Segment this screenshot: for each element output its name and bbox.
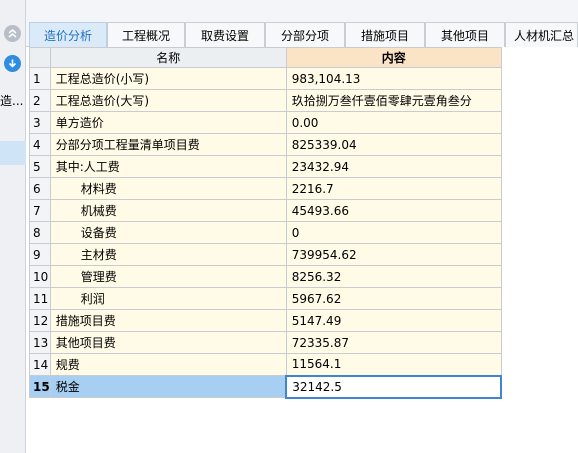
row-content-cell[interactable]: 0.00	[285, 111, 502, 134]
rail-selected-item[interactable]	[0, 141, 26, 165]
row-name-cell[interactable]: 分部分项工程量清单项目费	[49, 133, 287, 156]
row-content-cell[interactable]: 0	[285, 221, 502, 244]
row-name-cell[interactable]: 工程总造价(小写)	[49, 67, 287, 90]
row-content-cell[interactable]: 72335.87	[285, 331, 502, 354]
row-content-cell[interactable]: 45493.66	[285, 199, 502, 222]
table-row[interactable]: 4 分部分项工程量清单项目费 825339.04	[29, 133, 502, 156]
row-number[interactable]: 9	[29, 243, 51, 266]
tab-subdivision-items[interactable]: 分部分项	[265, 22, 345, 47]
table-row[interactable]: 5 其中:人工费 23432.94	[29, 155, 502, 178]
row-content-cell[interactable]: 11564.1	[285, 353, 502, 376]
tab-other-items[interactable]: 其他项目	[425, 22, 505, 47]
row-name-cell[interactable]: 设备费	[49, 221, 287, 244]
table-row[interactable]: 8 设备费 0	[29, 221, 502, 244]
row-number[interactable]: 15	[29, 375, 51, 398]
rail-item-label[interactable]: 造...	[0, 91, 26, 111]
tab-labor-material-summary[interactable]: 人材机汇总	[505, 22, 578, 47]
row-name-cell[interactable]: 利润	[49, 287, 287, 310]
row-content-cell[interactable]: 5967.62	[285, 287, 502, 310]
row-content-cell[interactable]: 2216.7	[285, 177, 502, 200]
row-number[interactable]: 3	[29, 111, 51, 134]
row-content-cell[interactable]: 23432.94	[285, 155, 502, 178]
table-row[interactable]: 6 材料费 2216.7	[29, 177, 502, 200]
row-name-cell[interactable]: 工程总造价(大写)	[49, 89, 287, 112]
table-row[interactable]: 13 其他项目费 72335.87	[29, 331, 502, 354]
row-name-cell[interactable]: 单方造价	[49, 111, 287, 134]
row-number[interactable]: 1	[29, 67, 51, 90]
tab-measure-items[interactable]: 措施项目	[345, 22, 425, 47]
table-row[interactable]: 9 主材费 739954.62	[29, 243, 502, 266]
row-number[interactable]: 7	[29, 199, 51, 222]
table-row[interactable]: 10 管理费 8256.32	[29, 265, 502, 288]
row-name-cell[interactable]: 材料费	[49, 177, 287, 200]
row-name-cell[interactable]: 税金	[49, 375, 287, 398]
tab-fee-settings[interactable]: 取费设置	[185, 22, 265, 47]
table-row[interactable]: 3 单方造价 0.00	[29, 111, 502, 134]
table-row[interactable]: 7 机械费 45493.66	[29, 199, 502, 222]
row-name-cell[interactable]: 机械费	[49, 199, 287, 222]
row-number[interactable]: 13	[29, 331, 51, 354]
row-name-cell[interactable]: 措施项目费	[49, 309, 287, 332]
tab-project-overview[interactable]: 工程概况	[107, 22, 185, 47]
row-content-cell[interactable]: 8256.32	[285, 265, 502, 288]
row-content-cell[interactable]: 玖拾捌万叁仟壹佰零肆元壹角叁分	[285, 89, 502, 112]
row-number[interactable]: 5	[29, 155, 51, 178]
row-number[interactable]: 6	[29, 177, 51, 200]
row-number[interactable]: 8	[29, 221, 51, 244]
row-content-cell[interactable]: 739954.62	[285, 243, 502, 266]
row-name-cell[interactable]: 管理费	[49, 265, 287, 288]
column-header-content[interactable]: 内容	[285, 47, 502, 68]
table-row[interactable]: 14 规费 11564.1	[29, 353, 502, 376]
cost-analysis-table: 名称 内容 1 工程总造价(小写) 983,104.13 2 工程总造价(大写) 玖拾捌万…	[29, 47, 503, 399]
row-number[interactable]: 4	[29, 133, 51, 156]
table-row[interactable]: 1 工程总造价(小写) 983,104.13	[29, 67, 502, 90]
table-row[interactable]: 2 工程总造价(大写) 玖拾捌万叁仟壹佰零肆元壹角叁分	[29, 89, 502, 112]
table-corner[interactable]	[29, 47, 51, 68]
row-content-cell[interactable]: 32142.5	[285, 374, 503, 399]
left-rail: 造...	[0, 0, 26, 453]
table-row[interactable]: 15 税金 32142.5	[29, 374, 503, 399]
row-name-cell[interactable]: 主材费	[49, 243, 287, 266]
row-content-cell[interactable]: 983,104.13	[285, 67, 502, 90]
row-number[interactable]: 10	[29, 265, 51, 288]
collapse-up-icon[interactable]	[4, 25, 21, 42]
row-name-cell[interactable]: 其他项目费	[49, 331, 287, 354]
row-name-cell[interactable]: 规费	[49, 353, 287, 376]
tab-bar: 造价分析 工程概况 取费设置 分部分项 措施项目 其他项目 人材机汇总	[26, 0, 578, 47]
row-number[interactable]: 14	[29, 353, 51, 376]
column-header-name[interactable]: 名称	[49, 47, 287, 68]
row-number[interactable]: 11	[29, 287, 51, 310]
row-content-cell[interactable]: 5147.49	[285, 309, 502, 332]
row-content-cell[interactable]: 825339.04	[285, 133, 502, 156]
tab-cost-analysis[interactable]: 造价分析	[29, 22, 107, 47]
table-row[interactable]: 12 措施项目费 5147.49	[29, 309, 502, 332]
table-row[interactable]: 11 利润 5967.62	[29, 287, 502, 310]
row-number[interactable]: 2	[29, 89, 51, 112]
download-icon[interactable]	[4, 55, 21, 72]
row-number[interactable]: 12	[29, 309, 51, 332]
row-name-cell[interactable]: 其中:人工费	[49, 155, 287, 178]
